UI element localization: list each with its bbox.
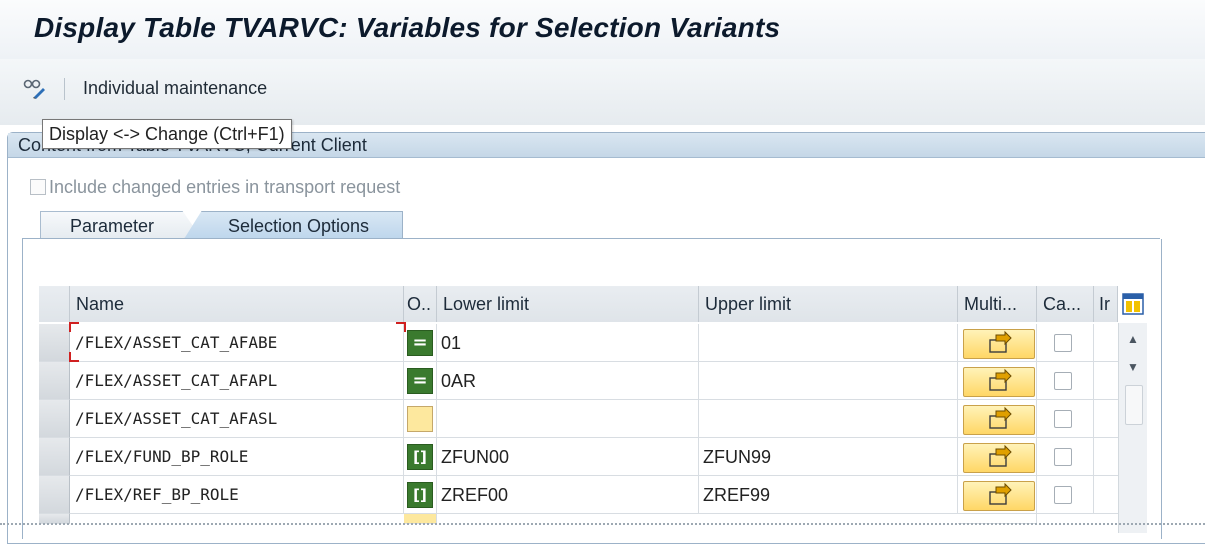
column-header-name[interactable]: Name — [70, 286, 404, 322]
row-selector[interactable] — [39, 476, 70, 514]
tab-selection-options[interactable]: Selection Options — [184, 211, 403, 239]
empty-option-icon[interactable] — [407, 406, 433, 432]
tab-parameter[interactable]: Parameter — [40, 211, 202, 239]
focus-marker — [69, 352, 79, 362]
upper-limit-cell[interactable] — [699, 400, 958, 438]
ca-checkbox[interactable] — [1054, 410, 1072, 428]
ca-checkbox[interactable] — [1054, 448, 1072, 466]
between-option-icon[interactable]: [] — [407, 482, 433, 508]
ca-cell — [1037, 324, 1094, 362]
display-change-icon[interactable] — [22, 77, 46, 99]
multiple-selection-cell — [958, 476, 1037, 514]
column-header-upper-limit[interactable]: Upper limit — [699, 286, 958, 322]
upper-limit-cell[interactable] — [699, 362, 958, 400]
ca-cell — [1037, 438, 1094, 476]
multiple-selection-button[interactable] — [963, 367, 1035, 397]
ir-cell — [1094, 476, 1118, 514]
scroll-up-icon[interactable]: ▲ — [1125, 331, 1141, 347]
upper-limit-cell[interactable] — [699, 324, 958, 362]
scroll-down-icon[interactable]: ▼ — [1125, 359, 1141, 375]
ca-checkbox[interactable] — [1054, 486, 1072, 504]
ca-cell — [1037, 476, 1094, 514]
name-cell[interactable]: /FLEX/ASSET_CAT_AFASL — [70, 400, 404, 438]
multiple-selection-arrow-icon — [989, 406, 1012, 429]
row-selector-header[interactable] — [39, 286, 70, 322]
lower-limit-cell[interactable]: 01 — [437, 324, 699, 362]
option-cell[interactable]: = — [404, 362, 437, 400]
name-cell[interactable]: /FLEX/REF_BP_ROLE — [70, 476, 404, 514]
equals-option-icon[interactable]: = — [407, 330, 433, 356]
option-cell[interactable]: [] — [404, 438, 437, 476]
include-transport-row: Include changed entries in transport req… — [30, 177, 400, 198]
row-selector[interactable] — [39, 324, 70, 362]
title-bar: Display Table TVARVC: Variables for Sele… — [0, 0, 1205, 59]
equals-option-icon[interactable]: = — [407, 368, 433, 394]
multiple-selection-cell — [958, 324, 1037, 362]
ca-checkbox[interactable] — [1054, 334, 1072, 352]
multiple-selection-cell — [958, 362, 1037, 400]
multiple-selection-arrow-icon — [989, 330, 1012, 353]
column-header-multiple[interactable]: Multi... — [958, 286, 1037, 322]
multiple-selection-button[interactable] — [963, 405, 1035, 435]
lower-limit-cell[interactable]: ZREF00 — [437, 476, 699, 514]
ir-cell — [1094, 438, 1118, 476]
row-selector[interactable] — [39, 362, 70, 400]
bottom-border — [0, 523, 1205, 533]
option-symbol: = — [412, 370, 428, 391]
include-transport-label: Include changed entries in transport req… — [49, 177, 401, 197]
include-transport-checkbox[interactable] — [30, 179, 46, 195]
column-settings-icon[interactable] — [1122, 293, 1144, 315]
column-header-option[interactable]: O.. — [404, 286, 437, 322]
window-title: Display Table TVARVC: Variables for Sele… — [34, 12, 781, 43]
name-cell[interactable]: /FLEX/FUND_BP_ROLE — [70, 438, 404, 476]
option-symbol — [408, 407, 432, 431]
option-cell[interactable]: [] — [404, 476, 437, 514]
focus-marker — [69, 322, 79, 332]
lower-limit-cell[interactable] — [437, 400, 699, 438]
multiple-selection-arrow-icon — [989, 368, 1012, 391]
ir-cell — [1094, 324, 1118, 362]
between-option-icon[interactable]: [] — [407, 444, 433, 470]
lower-limit-cell[interactable]: ZFUN00 — [437, 438, 699, 476]
option-cell[interactable] — [404, 400, 437, 438]
ir-cell — [1094, 362, 1118, 400]
multiple-selection-button[interactable] — [963, 329, 1035, 359]
option-symbol: [] — [413, 448, 427, 466]
toolbar-separator — [64, 78, 65, 100]
focus-marker — [396, 322, 406, 332]
name-cell[interactable]: /FLEX/ASSET_CAT_AFABE — [70, 324, 404, 362]
multiple-selection-arrow-icon — [989, 482, 1012, 505]
row-selector[interactable] — [39, 400, 70, 438]
column-header-ca[interactable]: Ca... — [1037, 286, 1094, 322]
ca-checkbox[interactable] — [1054, 372, 1072, 390]
multiple-selection-cell — [958, 438, 1037, 476]
ca-cell — [1037, 362, 1094, 400]
upper-limit-cell[interactable]: ZFUN99 — [699, 438, 958, 476]
name-cell[interactable]: /FLEX/ASSET_CAT_AFAPL — [70, 362, 404, 400]
option-symbol: = — [412, 332, 428, 353]
multiple-selection-button[interactable] — [963, 443, 1035, 473]
individual-maintenance-button[interactable]: Individual maintenance — [83, 78, 267, 99]
option-cell[interactable]: = — [404, 324, 437, 362]
ca-cell — [1037, 400, 1094, 438]
option-symbol: [] — [413, 486, 427, 504]
tooltip: Display <-> Change (Ctrl+F1) — [42, 119, 292, 149]
multiple-selection-button[interactable] — [963, 481, 1035, 511]
multiple-selection-arrow-icon — [989, 444, 1012, 467]
lower-limit-cell[interactable]: 0AR — [437, 362, 699, 400]
column-header-lower-limit[interactable]: Lower limit — [437, 286, 699, 322]
scroll-thumb[interactable] — [1125, 385, 1143, 425]
upper-limit-cell[interactable]: ZREF99 — [699, 476, 958, 514]
multiple-selection-cell — [958, 400, 1037, 438]
ir-cell — [1094, 400, 1118, 438]
vertical-scrollbar[interactable]: ▲ ▼ — [1118, 323, 1147, 533]
row-selector[interactable] — [39, 438, 70, 476]
column-header-ir[interactable]: Ir — [1094, 286, 1118, 322]
